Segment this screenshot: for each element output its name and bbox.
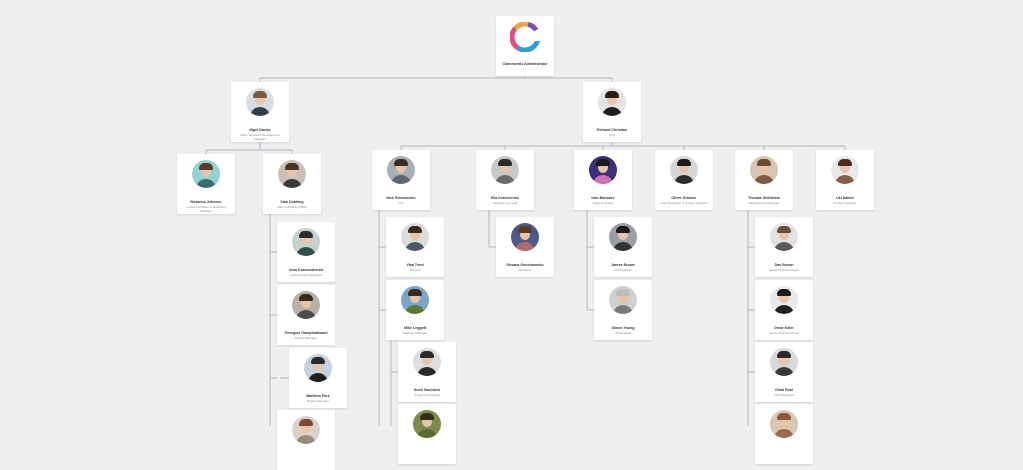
avatar-icon (750, 156, 778, 184)
org-card-georgios[interactable]: Georgios Gampthatisand Project Manager (277, 285, 335, 345)
avatar-icon (770, 348, 798, 376)
org-card-matthew[interactable]: Matthew Park Project Manager (289, 348, 347, 408)
org-card-mike[interactable]: Mike Leggett Test/Ops Manager (386, 280, 444, 340)
avatar-icon (598, 88, 626, 116)
job-title: QA Tester (518, 268, 532, 272)
org-card-sian[interactable]: Sian Dobbing Chief Operating Officer (263, 154, 321, 214)
org-card-scott[interactable]: Scott Saunders Support Technician (398, 342, 456, 402)
org-card-james[interactable]: James Brown UX Engineer (594, 217, 652, 277)
avatar-icon (670, 156, 698, 184)
org-card-richard[interactable]: Richard Christian CTO (583, 82, 641, 142)
avatar-icon (292, 291, 320, 319)
avatar-icon (831, 156, 859, 184)
avatar-icon (192, 160, 220, 188)
job-title: Head of Design (592, 201, 614, 205)
org-card-ella[interactable]: Ella Kravchenko Software QA Lead (476, 150, 534, 210)
claromentis-logo-icon (509, 21, 541, 53)
job-title: UX Engineer (614, 331, 632, 335)
job-title: Senior PHP Developer (768, 268, 800, 272)
job-title: Project Manager (294, 336, 317, 340)
avatar-icon (770, 223, 798, 251)
job-title: Content Architect & Marketing Manager (186, 205, 226, 213)
job-title: Project Manager (306, 399, 329, 403)
avatar-icon (770, 410, 798, 438)
org-card-nick[interactable]: Nick Simmonson CTO (372, 150, 430, 210)
job-title: Development Manager (748, 201, 780, 205)
org-card-ivan[interactable]: Ivan Bandaev Head of Design (574, 150, 632, 210)
avatar-icon (401, 223, 429, 251)
org-card-dan[interactable]: Dan Brown Senior PHP Developer (755, 217, 813, 277)
job-title: CTO (397, 201, 405, 205)
avatar-icon (413, 410, 441, 438)
job-title: Lead Developer & System Architect (660, 201, 708, 205)
avatar-icon (511, 223, 539, 251)
avatar-icon (609, 286, 637, 314)
job-title: Support Technician (414, 393, 440, 397)
job-title: PHP Developer (773, 393, 795, 397)
avatar-icon (401, 286, 429, 314)
org-card-uki[interactable]: Uki Dalton Product Manager (816, 150, 874, 210)
avatar-icon (609, 223, 637, 251)
person-name: Claromentis Administrator (502, 62, 548, 66)
org-card-thomas_extra[interactable] (755, 404, 813, 464)
org-card-gilad[interactable]: Gilad Reid PHP Developer (755, 342, 813, 402)
org-card-root[interactable]: Claromentis Administrator (496, 16, 554, 76)
org-card-nick_extra[interactable] (398, 404, 456, 464)
avatar-icon (770, 286, 798, 314)
avatar-icon (278, 160, 306, 188)
job-title: UX Engineer (614, 268, 632, 272)
avatar-icon (491, 156, 519, 184)
org-card-nigel[interactable]: Nigel Davies CEO / Business Development M… (231, 82, 289, 142)
job-title: CTO (608, 133, 616, 137)
org-card-dmar[interactable]: Dmar Kahn Senior PHP Developer (755, 280, 813, 340)
job-title: Lead Content Developer (289, 273, 323, 277)
job-title: Chief Operating Officer (276, 205, 308, 209)
job-title: CEO / Business Development Manager (240, 133, 280, 141)
org-chart: Claromentis Administrator Nigel Davies CEO… (0, 0, 1023, 470)
org-card-thomas[interactable]: Thomas Shillabear Development Manager (735, 150, 793, 210)
avatar-icon (589, 156, 617, 184)
job-title: Software QA Lead (492, 201, 518, 205)
org-card-oliver[interactable]: Oliver Grabner Lead Developer & System Ar… (655, 150, 713, 210)
job-title: DevOps (409, 268, 421, 272)
avatar-icon (387, 156, 415, 184)
job-title: Senior PHP Developer (768, 331, 800, 335)
org-card-simon[interactable]: Simon Young UX Engineer (594, 280, 652, 340)
org-card-vlad[interactable]: Vlad Trent DevOps (386, 217, 444, 277)
org-card-jono[interactable]: Jono Krasnowlenski Lead Content Developer (277, 222, 335, 282)
avatar-icon (292, 228, 320, 256)
avatar-icon (304, 354, 332, 382)
avatar-icon (292, 416, 320, 444)
job-title: Product Manager (833, 201, 857, 205)
logo (509, 21, 541, 53)
org-card-oksana[interactable]: Oksana Goncharenko QA Tester (496, 217, 554, 277)
org-card-sian_extra[interactable] (277, 410, 335, 470)
org-card-rosanna[interactable]: Rosanna Johnson Content Architect & Marke… (177, 154, 235, 214)
avatar-icon (246, 88, 274, 116)
job-title: Test/Ops Manager (402, 331, 428, 335)
avatar-icon (413, 348, 441, 376)
